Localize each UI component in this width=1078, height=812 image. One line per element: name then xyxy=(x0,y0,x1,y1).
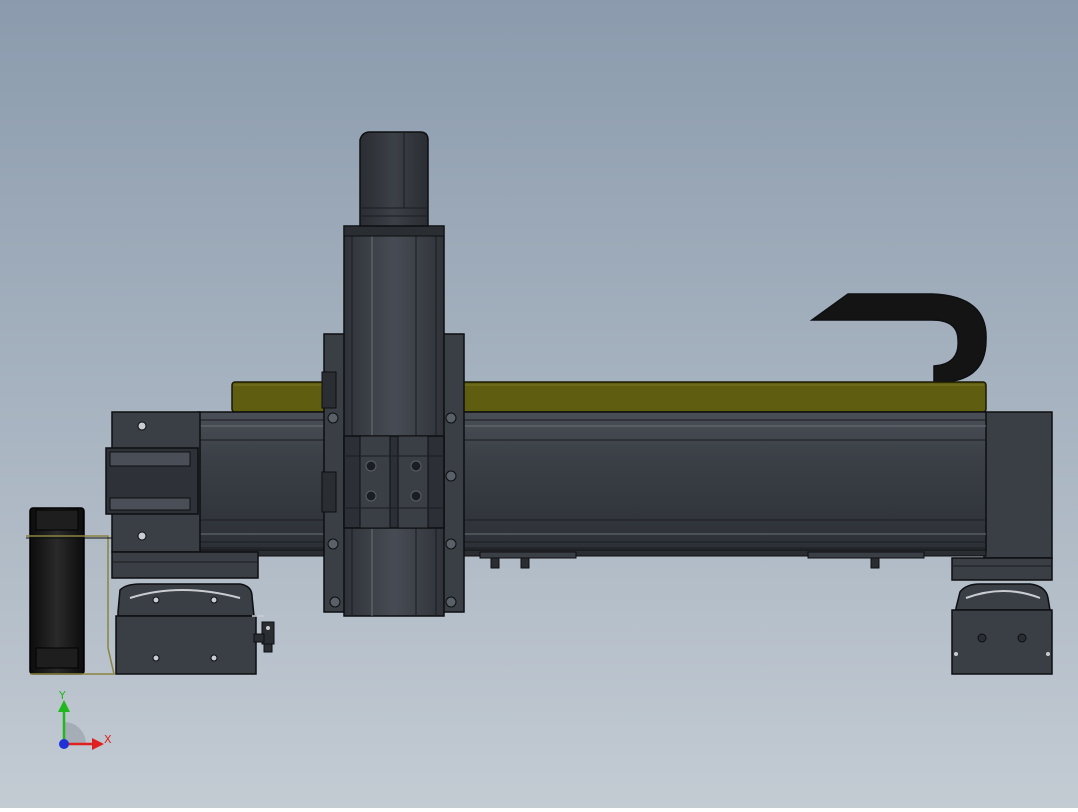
right-foot xyxy=(951,557,1053,675)
y-axis-motor xyxy=(359,131,429,227)
cad-viewport[interactable]: Y X xyxy=(0,0,1078,808)
left-support-bar xyxy=(111,551,259,579)
triad-x-label: X xyxy=(104,733,112,746)
right-end-plate xyxy=(983,411,1053,559)
y-axis-slider xyxy=(343,435,445,529)
left-foot xyxy=(115,583,257,675)
triad-y-label: Y xyxy=(58,689,66,702)
y-axis-module xyxy=(343,225,445,617)
x-axis-motor xyxy=(105,447,199,515)
cad-scene: Y X xyxy=(0,0,1078,808)
x-axis-beam xyxy=(197,411,987,553)
